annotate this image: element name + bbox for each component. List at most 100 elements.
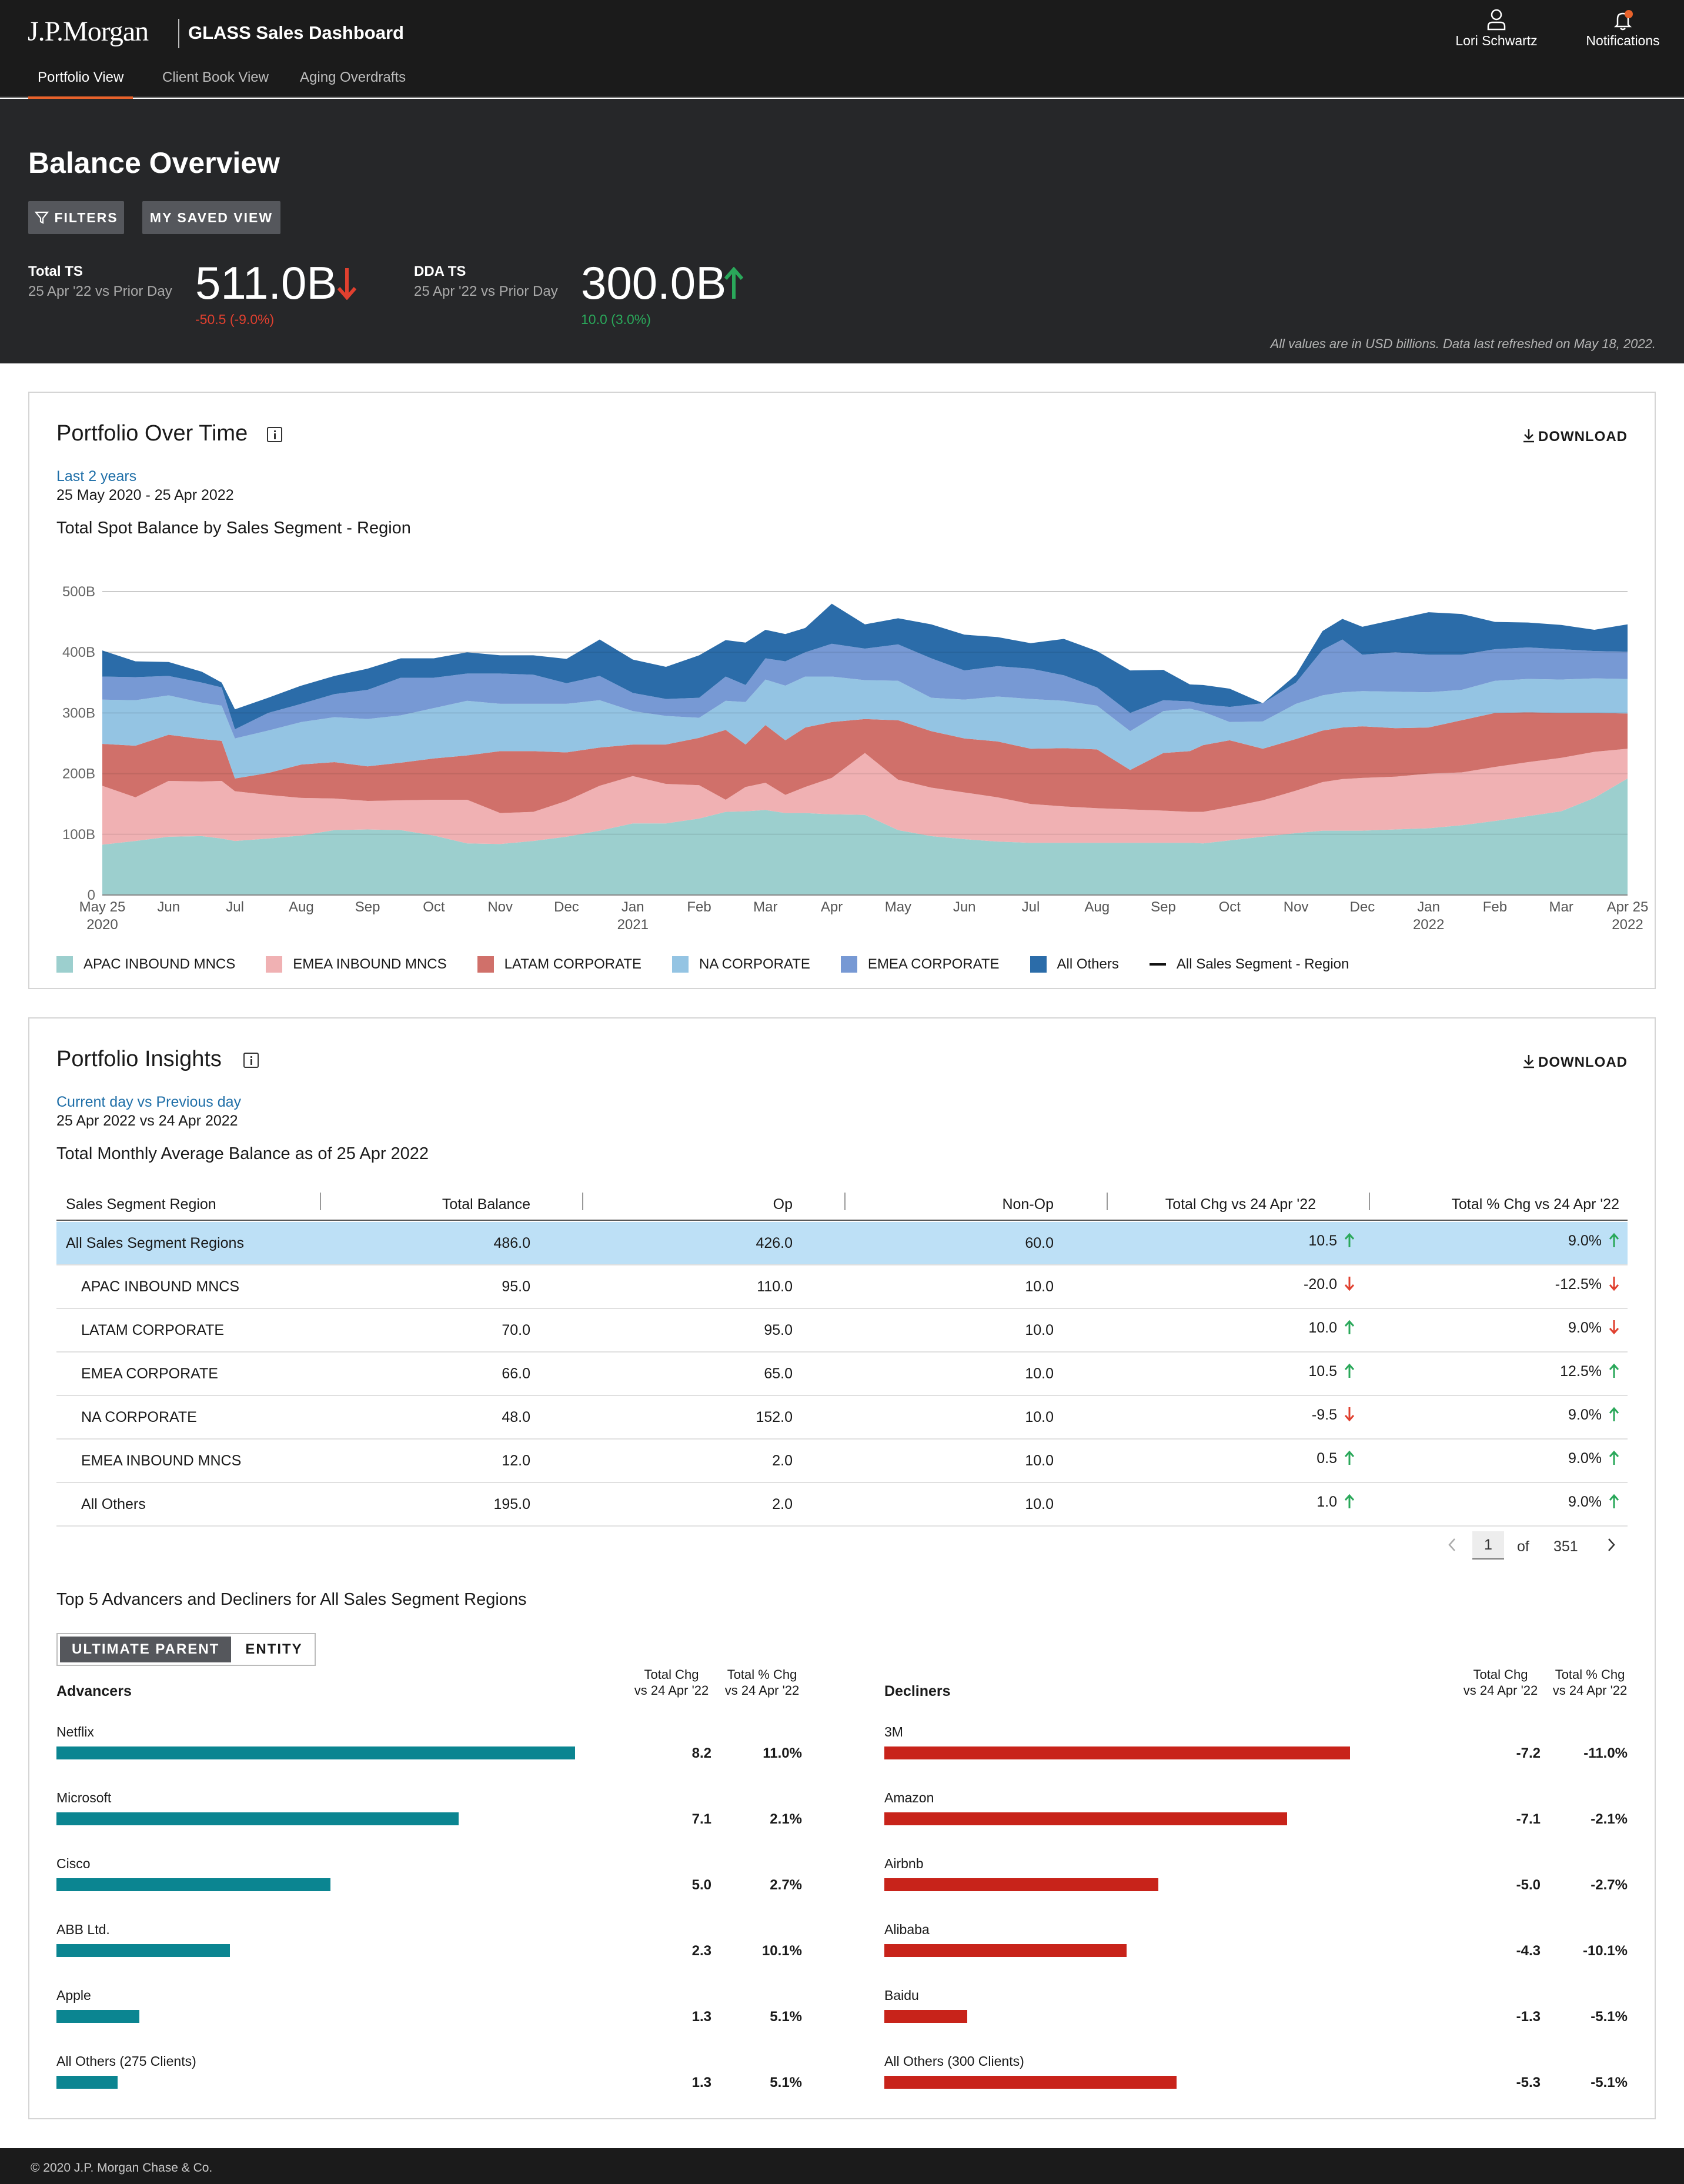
my-saved-view-button[interactable]: MY SAVED VIEW	[142, 201, 280, 234]
cell-op: 426.0	[756, 1235, 793, 1251]
period-link-last-2-years[interactable]: Last 2 years	[56, 468, 136, 485]
cell-total-pct-chg: 9.0%	[1568, 1320, 1619, 1337]
legend-emea-inbound-mncs[interactable]: EMEA INBOUND MNCS	[266, 956, 447, 973]
column-resizer[interactable]	[320, 1193, 321, 1210]
arrow-down-icon	[1609, 1277, 1619, 1291]
arrow-up-icon	[1609, 1450, 1619, 1465]
user-icon	[1487, 9, 1506, 31]
legend-all-others[interactable]: All Others	[1030, 956, 1119, 973]
legend-emea-corporate[interactable]: EMEA CORPORATE	[840, 956, 1000, 973]
x-tick-label: Jun	[157, 899, 180, 915]
tab-client-book-view[interactable]: Client Book View	[162, 69, 269, 98]
advancers-name[interactable]: Cisco	[56, 1856, 91, 1872]
cell-total-chg: 0.5	[1317, 1450, 1355, 1467]
logo-divider	[178, 19, 179, 48]
toggle-entity[interactable]: ENTITY	[233, 1634, 314, 1665]
advancers-name[interactable]: Netflix	[56, 1724, 94, 1740]
decliners-bar[interactable]	[884, 1878, 1158, 1891]
decliners-name[interactable]: All Others (300 Clients)	[884, 2053, 1024, 2069]
toggle-ultimate-parent[interactable]: ULTIMATE PARENT	[60, 1637, 232, 1662]
decliners-bar[interactable]	[884, 2010, 967, 2023]
cell-total-chg-value: 10.0	[1308, 1320, 1337, 1336]
table-row[interactable]: All Sales Segment Regions 486.0 426.0 60.0 1…	[56, 1222, 1628, 1265]
advancers-chg-col: Total Chg vs 24 Apr '22	[634, 1667, 709, 1698]
advancers-bar[interactable]	[56, 1746, 575, 1759]
x-tick-label: Sep	[355, 899, 380, 915]
decliners-pct-value: -5.1%	[1591, 2075, 1628, 2091]
decliners-name[interactable]: Alibaba	[884, 1922, 930, 1938]
info-icon[interactable]	[267, 427, 282, 442]
advancers-name[interactable]: ABB Ltd.	[56, 1922, 110, 1938]
decliners-name[interactable]: Airbnb	[884, 1856, 923, 1872]
advancers-bar[interactable]	[56, 2010, 140, 2023]
advancers-bar[interactable]	[56, 1812, 459, 1825]
cell-non-op: 10.0	[1025, 1409, 1054, 1425]
user-name: Lori Schwartz	[1455, 33, 1538, 48]
advancers-name[interactable]: Apple	[56, 1988, 91, 2003]
cell-non-op: 10.0	[1025, 1452, 1054, 1469]
advancers-name[interactable]: Microsoft	[56, 1790, 111, 1806]
legend-latam-corporate[interactable]: LATAM CORPORATE	[477, 956, 641, 973]
page-number-input[interactable]: 1	[1472, 1531, 1504, 1559]
col-op[interactable]: Op	[773, 1196, 793, 1213]
table-row[interactable]: LATAM CORPORATE 70.0 95.0 10.0 10.0 9.0%	[56, 1309, 1628, 1353]
download-chart-button[interactable]: DOWNLOAD	[1522, 428, 1628, 445]
legend-all-sales-segment-region[interactable]: All Sales Segment - Region	[1149, 956, 1349, 973]
app-title: GLASS Sales Dashboard	[188, 22, 404, 43]
advancers-bar[interactable]	[56, 2076, 118, 2089]
decliners-name[interactable]: 3M	[884, 1724, 903, 1740]
period-link-current-day[interactable]: Current day vs Previous day	[56, 1094, 241, 1111]
advancers-bar[interactable]	[56, 1878, 330, 1891]
arrow-up-icon	[1609, 1494, 1619, 1508]
cell-total-pct-chg: 9.0%	[1568, 1233, 1619, 1250]
cell-total-balance: 48.0	[502, 1409, 530, 1425]
download-insights-button[interactable]: DOWNLOAD	[1522, 1054, 1628, 1071]
tab-aging-overdrafts[interactable]: Aging Overdrafts	[300, 69, 406, 98]
column-resizer[interactable]	[1107, 1193, 1108, 1210]
table-row[interactable]: EMEA INBOUND MNCS 12.0 2.0 10.0 0.5 9.0%	[56, 1440, 1628, 1483]
table-row[interactable]: EMEA CORPORATE 66.0 65.0 10.0 10.5 12.5%	[56, 1353, 1628, 1396]
next-page-icon[interactable]	[1605, 1537, 1617, 1557]
decliners-bar[interactable]	[884, 1812, 1288, 1825]
col-total-chg[interactable]: Total Chg vs 24 Apr '22	[1165, 1196, 1316, 1213]
legend-apac-inbound-mncs[interactable]: APAC INBOUND MNCS	[56, 956, 235, 973]
jpmorgan-logo[interactable]: J.P.Morgan	[28, 15, 149, 48]
decliners-bar[interactable]	[884, 2076, 1177, 2089]
arrow-up-icon	[1609, 1407, 1619, 1421]
notifications-button[interactable]: Notifications	[1567, 7, 1679, 49]
col-total-balance[interactable]: Total Balance	[442, 1196, 530, 1213]
filters-button[interactable]: FILTERS	[28, 201, 124, 234]
cell-total-chg: 10.5	[1308, 1363, 1355, 1380]
advancers-name[interactable]: All Others (275 Clients)	[56, 2053, 196, 2069]
decliners-pct-value: -10.1%	[1582, 1943, 1628, 1959]
decliners-bar[interactable]	[884, 1944, 1127, 1957]
x-tick-label: Jan	[622, 899, 644, 915]
advancers-chg-value: 5.0	[691, 1877, 711, 1893]
x-tick-label: Sep	[1151, 899, 1176, 915]
legend-na-corporate[interactable]: NA CORPORATE	[671, 956, 810, 973]
decliners-name[interactable]: Amazon	[884, 1790, 934, 1806]
table-row[interactable]: NA CORPORATE 48.0 152.0 10.0 -9.5 9.0%	[56, 1396, 1628, 1440]
arrow-up-icon	[724, 267, 744, 299]
prev-page-icon[interactable]	[1446, 1537, 1458, 1557]
table-row[interactable]: All Others 195.0 2.0 10.0 1.0 9.0%	[56, 1483, 1628, 1527]
column-resizer[interactable]	[582, 1193, 583, 1210]
data-refresh-note: All values are in USD billions. Data las…	[1270, 336, 1656, 351]
y-tick-label: 100B	[62, 827, 95, 843]
legend-swatch	[671, 956, 689, 973]
user-menu[interactable]: Lori Schwartz	[1441, 7, 1552, 49]
column-resizer[interactable]	[844, 1193, 846, 1210]
col-total-pct-chg[interactable]: Total % Chg vs 24 Apr '22	[1452, 1196, 1620, 1213]
decliners-bar[interactable]	[884, 1746, 1350, 1759]
advancers-bar[interactable]	[56, 1944, 230, 1957]
col-non-op[interactable]: Non-Op	[1002, 1196, 1054, 1213]
x-tick-label: Jun	[953, 899, 976, 915]
table-row[interactable]: APAC INBOUND MNCS 95.0 110.0 10.0 -20.0 -12.5…	[56, 1265, 1628, 1309]
info-icon[interactable]	[243, 1053, 259, 1068]
decliners-name[interactable]: Baidu	[884, 1988, 919, 2003]
col-sales-segment-region[interactable]: Sales Segment Region	[66, 1196, 216, 1213]
tab-portfolio-view[interactable]: Portfolio View	[28, 69, 133, 99]
x-tick-label: 2022	[1612, 917, 1643, 933]
cell-segment: LATAM CORPORATE	[81, 1322, 225, 1338]
column-resizer[interactable]	[1369, 1193, 1370, 1210]
